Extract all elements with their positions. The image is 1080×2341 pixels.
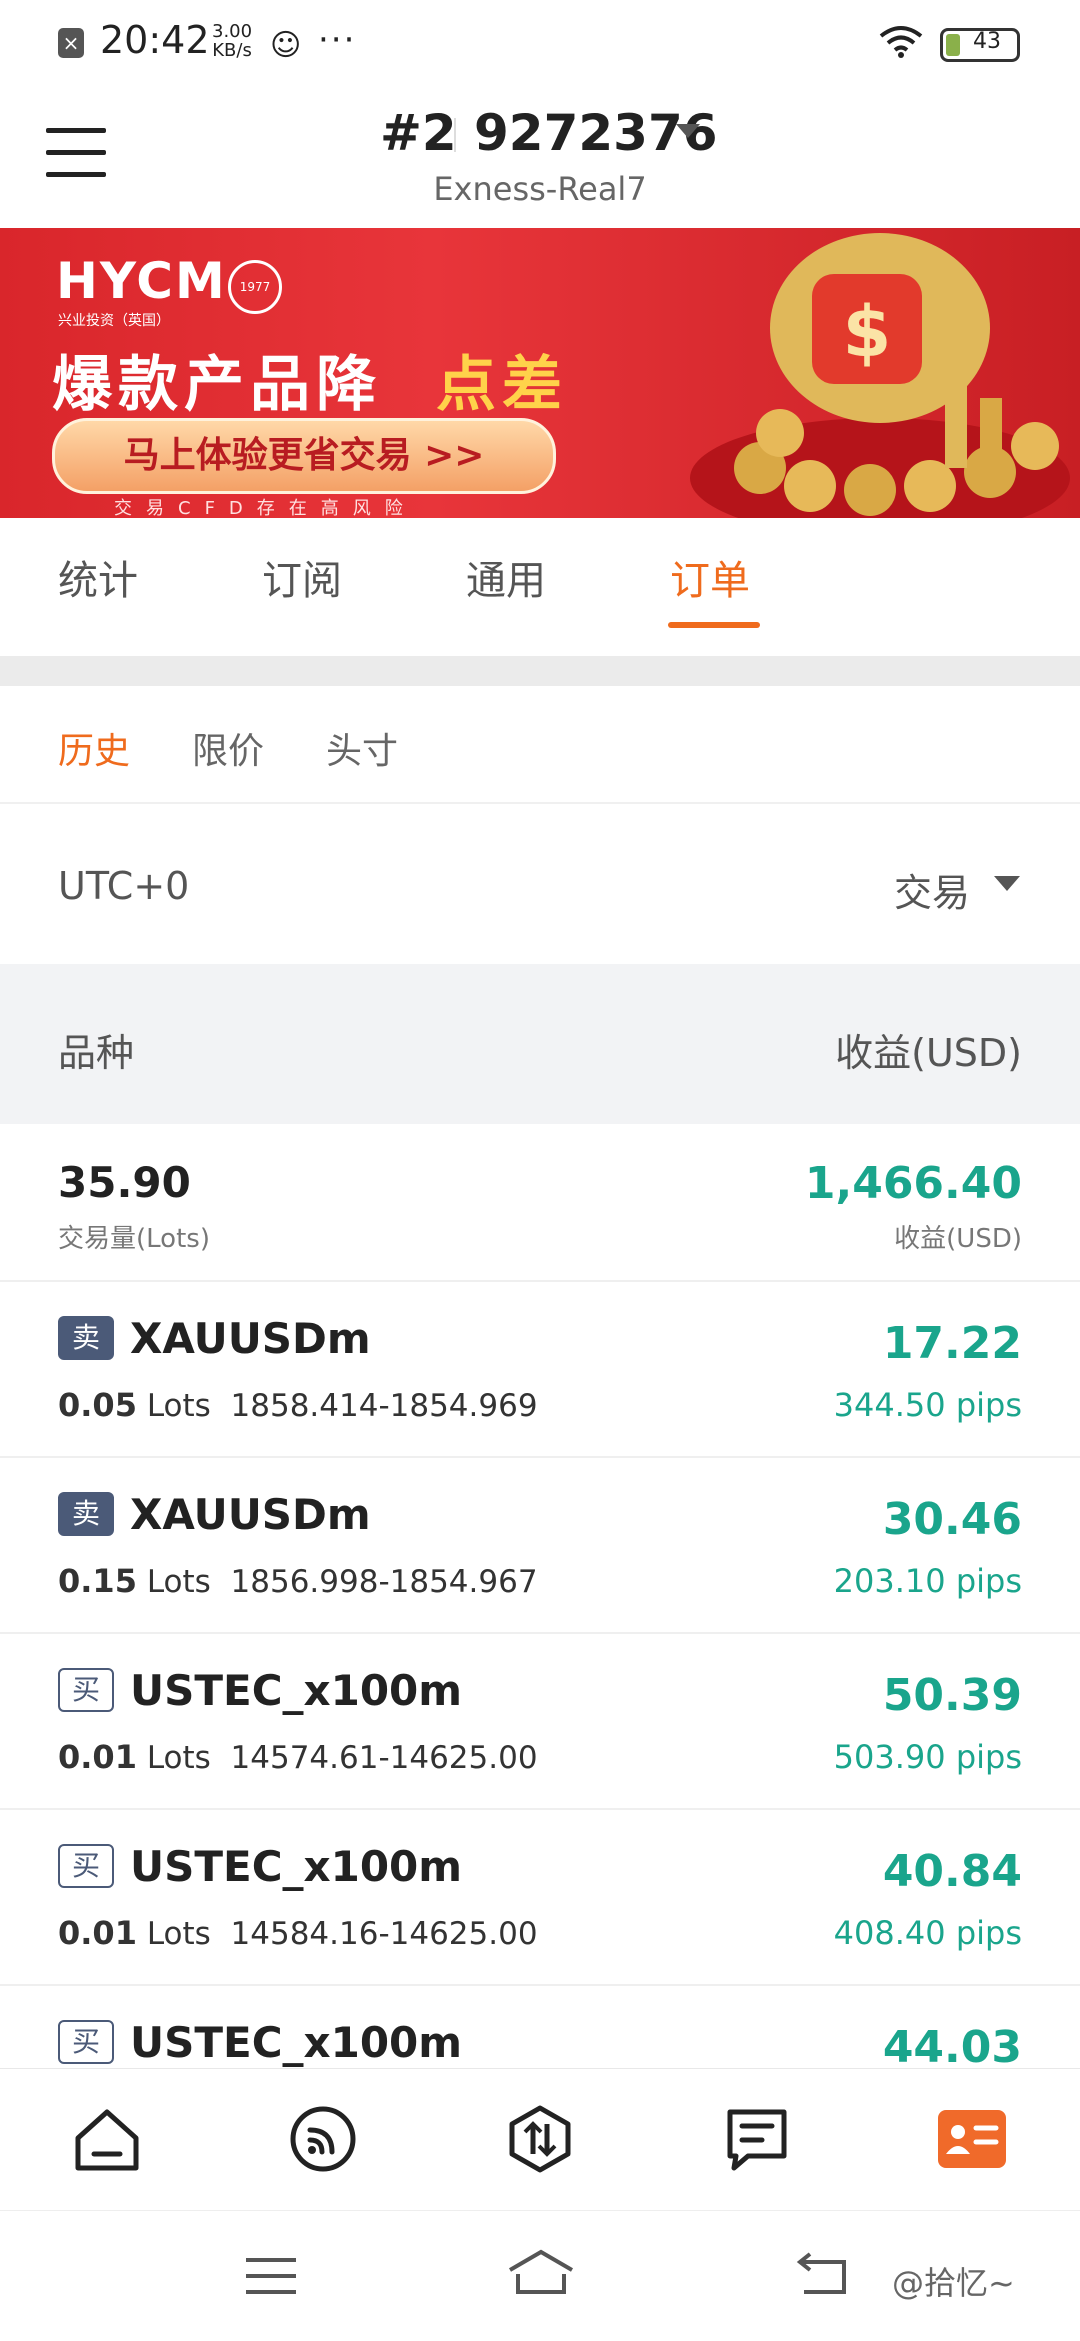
- battery-level: 43: [973, 29, 1001, 54]
- total-profit-label: 收益(USD): [894, 1224, 1022, 1254]
- order-symbol: USTEC_x100m: [130, 1666, 463, 1715]
- account-dropdown-icon[interactable]: [676, 124, 700, 138]
- recent-apps-icon[interactable]: [244, 2256, 298, 2296]
- order-lots-unit: Lots: [146, 1388, 211, 1424]
- order-price-range: 1858.414-1854.969: [230, 1388, 538, 1424]
- net-speed-value: 3.00: [212, 21, 253, 42]
- order-profit: 17.22: [882, 1318, 1022, 1369]
- order-detail: 0.01 Lots 14574.61-14625.00: [58, 1738, 538, 1776]
- svg-text:$: $: [843, 291, 892, 373]
- news-icon[interactable]: [722, 2104, 792, 2174]
- type-filter[interactable]: 交易: [894, 862, 970, 917]
- buy-badge: 买: [58, 2020, 114, 2064]
- banner-headline: 爆款产品降: [52, 350, 382, 420]
- system-home-icon[interactable]: [506, 2248, 576, 2298]
- account-number[interactable]: #2: [380, 104, 457, 162]
- server-name: Exness-Real7: [433, 170, 647, 208]
- tab-general[interactable]: 通用: [466, 548, 546, 606]
- order-row[interactable]: 卖 XAUUSDm 0.05 Lots 1858.414-1854.969 17…: [0, 1282, 1080, 1456]
- banner-headline-highlight: 点差: [436, 350, 568, 420]
- order-profit: 30.46: [882, 1494, 1022, 1545]
- order-symbol: XAUUSDm: [130, 1490, 371, 1539]
- coins-illustration: $: [690, 233, 1070, 518]
- tab-orders[interactable]: 订单: [670, 548, 750, 606]
- order-lots: 0.05: [58, 1386, 137, 1424]
- order-price-range: 14584.16-14625.00: [230, 1916, 538, 1952]
- battery-fill: [946, 34, 960, 56]
- order-lots: 0.15: [58, 1562, 137, 1600]
- order-price-range: 14574.61-14625.00: [230, 1740, 538, 1776]
- sell-badge: 卖: [58, 1316, 114, 1360]
- promo-banner[interactable]: HYCM 1977 兴业投资（英国） 爆款产品降 点差 马上体验更省交易 >> …: [0, 228, 1080, 518]
- subtab-divider: [0, 802, 1080, 804]
- trade-icon[interactable]: [505, 2104, 575, 2174]
- order-pips: 203.10 pips: [833, 1562, 1022, 1600]
- network-speed: 3.00 KB/s: [212, 22, 252, 60]
- tab-active-indicator: [668, 622, 760, 628]
- order-symbol: USTEC_x100m: [130, 1842, 463, 1891]
- column-profit: 收益(USD): [835, 1031, 1022, 1075]
- order-profit: 44.03: [882, 2022, 1022, 2068]
- chevron-down-icon[interactable]: [994, 876, 1020, 891]
- more-notifications-icon: ···: [318, 20, 357, 60]
- order-lots-unit: Lots: [146, 1564, 211, 1600]
- order-detail: 0.15 Lots 1856.998-1854.967: [58, 1562, 538, 1600]
- home-icon[interactable]: [72, 2104, 142, 2174]
- banner-seal: 1977: [228, 260, 282, 314]
- watermark: @拾忆~: [892, 2264, 1015, 2302]
- order-pips: 344.50 pips: [833, 1386, 1022, 1424]
- order-row[interactable]: 买 USTEC_x100m 0.01 Lots 14574.61-14625.0…: [0, 1634, 1080, 1808]
- order-pips: 408.40 pips: [833, 1914, 1022, 1952]
- subtab-limit[interactable]: 限价: [192, 722, 264, 774]
- order-lots-unit: Lots: [146, 1740, 211, 1776]
- order-symbol: XAUUSDm: [130, 1314, 371, 1363]
- wifi-icon: [879, 26, 923, 58]
- order-pips: 503.90 pips: [833, 1738, 1022, 1776]
- banner-risk-warning: 交易CFD存在高风险: [114, 498, 417, 518]
- section-divider: [0, 656, 1080, 686]
- tab-stats[interactable]: 统计: [58, 548, 138, 606]
- app-notification-icon: ☺: [270, 28, 302, 63]
- order-row[interactable]: 卖 XAUUSDm 0.15 Lots 1856.998-1854.967 30…: [0, 1458, 1080, 1632]
- order-lots-unit: Lots: [146, 1916, 211, 1952]
- banner-brand: HYCM: [56, 252, 227, 310]
- order-price-range: 1856.998-1854.967: [230, 1564, 538, 1600]
- account-separator: [454, 118, 456, 152]
- banner-brand-sub: 兴业投资（英国）: [58, 313, 170, 329]
- order-lots: 0.01: [58, 1738, 137, 1776]
- total-lots: 35.90: [58, 1158, 191, 1207]
- order-detail: 0.01 Lots 14584.16-14625.00: [58, 1914, 538, 1952]
- subtab-history[interactable]: 历史: [58, 722, 130, 774]
- total-profit: 1,466.40: [804, 1158, 1022, 1209]
- order-profit: 40.84: [882, 1846, 1022, 1897]
- order-detail: 0.05 Lots 1858.414-1854.969: [58, 1386, 538, 1424]
- tab-subscribe[interactable]: 订阅: [262, 548, 342, 606]
- total-lots-label: 交易量(Lots): [58, 1224, 210, 1254]
- order-profit: 50.39: [882, 1670, 1022, 1721]
- net-speed-unit: KB/s: [212, 40, 252, 61]
- order-row[interactable]: 买 USTEC_x100m 0.01 Lots 14584.16-14625.0…: [0, 1810, 1080, 1984]
- signal-icon[interactable]: [288, 2104, 358, 2174]
- back-icon[interactable]: [794, 2252, 850, 2298]
- order-row[interactable]: 买 USTEC_x100m 44.03: [0, 1986, 1080, 2068]
- column-symbol: 品种: [58, 1031, 135, 1075]
- timezone-label[interactable]: UTC+0: [58, 864, 189, 908]
- subtab-positions[interactable]: 头寸: [326, 722, 398, 774]
- order-symbol: USTEC_x100m: [130, 2018, 463, 2067]
- status-time: 20:42: [100, 18, 210, 62]
- sell-badge: 卖: [58, 1492, 114, 1536]
- battery-icon: 43: [940, 28, 1020, 62]
- buy-badge: 买: [58, 1844, 114, 1888]
- notification-icon: ×: [58, 28, 84, 58]
- profile-card-icon[interactable]: [936, 2104, 1008, 2174]
- buy-badge: 买: [58, 1668, 114, 1712]
- order-lots: 0.01: [58, 1914, 137, 1952]
- banner-cta-button[interactable]: 马上体验更省交易 >>: [52, 418, 556, 494]
